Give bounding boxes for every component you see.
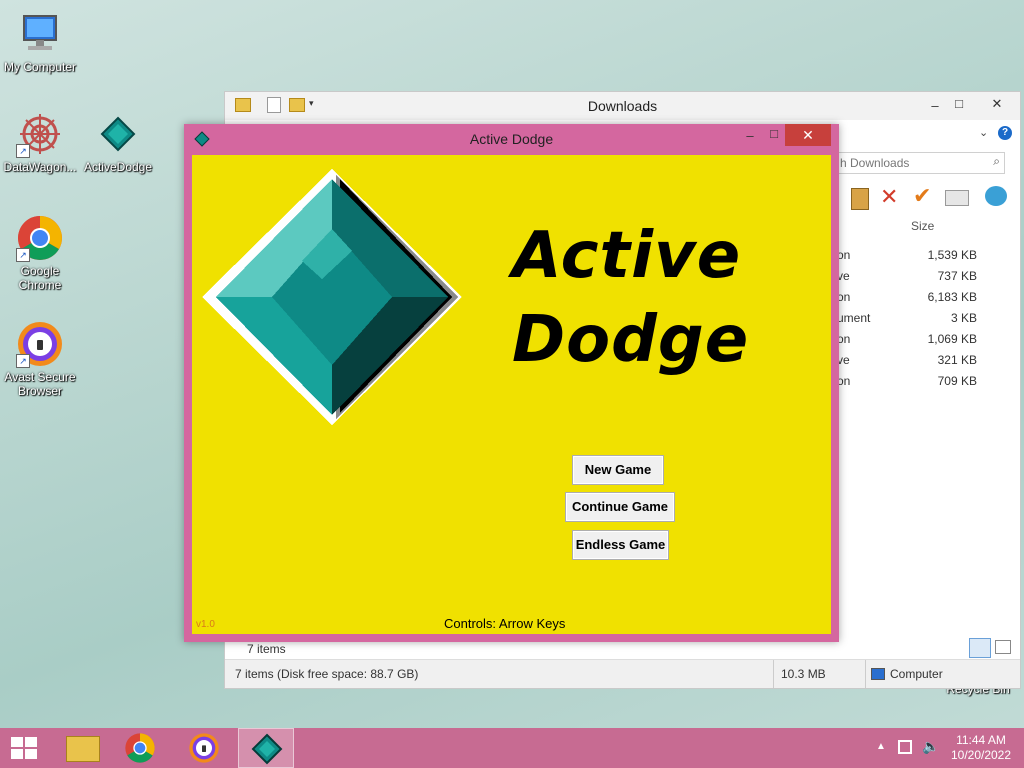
game-window: Active Dodge – □ ✕ Active Dodge New Game… bbox=[184, 124, 839, 642]
icon-label: Avast Secure Browser bbox=[4, 370, 76, 398]
gem-icon bbox=[94, 110, 142, 158]
help-icon[interactable]: ? bbox=[998, 126, 1012, 140]
file-size: 3 KB bbox=[950, 311, 977, 325]
game-title-line1: Active bbox=[512, 219, 742, 293]
icon-label: ActiveDodge bbox=[83, 160, 153, 174]
paste-icon[interactable] bbox=[851, 188, 869, 210]
search-icon[interactable]: ⌕ bbox=[993, 154, 1000, 169]
controls-hint: Controls: Arrow Keys bbox=[444, 616, 566, 631]
status-divider bbox=[773, 660, 774, 688]
game-title-line2: Dodge bbox=[512, 303, 750, 377]
game-titlebar[interactable]: Active Dodge – □ ✕ bbox=[184, 124, 839, 154]
start-button[interactable] bbox=[0, 728, 50, 768]
maximize-button[interactable]: □ bbox=[945, 94, 973, 114]
taskbar-file-explorer[interactable] bbox=[54, 728, 110, 768]
list-item[interactable]: on 1,069 KB bbox=[837, 332, 1007, 353]
file-type: on bbox=[837, 290, 851, 304]
computer-icon bbox=[16, 10, 64, 58]
column-header-size[interactable]: Size bbox=[911, 219, 934, 233]
desktop-icon-google-chrome[interactable]: ↗ Google Chrome bbox=[0, 214, 80, 292]
clock-date: 10/20/2022 bbox=[950, 748, 1012, 762]
file-type: on bbox=[837, 332, 851, 346]
file-size: 6,183 KB bbox=[927, 290, 977, 304]
explorer-statusbar: 7 items (Disk free space: 88.7 GB) 10.3 … bbox=[225, 659, 1020, 688]
status-divider bbox=[865, 660, 866, 688]
maximize-button[interactable]: □ bbox=[760, 124, 788, 144]
new-game-button[interactable]: New Game bbox=[572, 455, 664, 485]
close-button[interactable]: ✕ bbox=[785, 124, 831, 146]
explorer-title: Downloads bbox=[587, 98, 658, 114]
details-view-icon[interactable] bbox=[969, 638, 991, 658]
properties-icon[interactable] bbox=[945, 190, 969, 206]
chrome-icon: ↗ bbox=[16, 214, 64, 262]
file-type: on bbox=[837, 248, 851, 262]
list-item[interactable]: ument 3 KB bbox=[837, 311, 1007, 332]
avast-browser-icon bbox=[189, 733, 219, 763]
file-size: 709 KB bbox=[937, 374, 977, 388]
icon-label: My Computer bbox=[3, 60, 77, 74]
rename-check-icon[interactable]: ✔ bbox=[913, 183, 931, 209]
status-size: 10.3 MB bbox=[781, 667, 826, 681]
item-count: 7 items bbox=[247, 642, 286, 656]
volume-icon[interactable]: 🔈 bbox=[922, 738, 939, 755]
file-size: 321 KB bbox=[937, 353, 977, 367]
chrome-icon bbox=[125, 733, 155, 763]
clock[interactable]: 11:44 AM 10/20/2022 bbox=[948, 733, 1014, 763]
desktop-icon-avast-browser[interactable]: ↗ Avast Secure Browser bbox=[0, 320, 80, 398]
taskbar: ▲ 🔈 11:44 AM 10/20/2022 bbox=[0, 728, 1024, 768]
list-item[interactable]: on 709 KB bbox=[837, 374, 1007, 395]
status-disk-space: 7 items (Disk free space: 88.7 GB) bbox=[235, 667, 419, 681]
address-dropdown-icon[interactable]: ⌄ bbox=[979, 126, 988, 139]
network-icon[interactable] bbox=[898, 740, 912, 754]
explorer-titlebar: ▾ Downloads – □ ✕ bbox=[225, 92, 1020, 120]
windows-logo-icon bbox=[11, 737, 37, 759]
file-size: 1,069 KB bbox=[927, 332, 977, 346]
search-box[interactable]: h Downloads ⌕ bbox=[837, 152, 1005, 174]
computer-icon bbox=[871, 668, 885, 680]
shortcut-arrow-icon: ↗ bbox=[16, 248, 30, 262]
desktop-icon-my-computer[interactable]: My Computer bbox=[0, 10, 80, 74]
taskbar-activedodge[interactable] bbox=[238, 728, 294, 768]
list-item[interactable]: ve 321 KB bbox=[837, 353, 1007, 374]
version-label: v1.0 bbox=[196, 619, 215, 630]
search-input[interactable]: h Downloads bbox=[840, 156, 909, 170]
avast-browser-icon: ↗ bbox=[16, 320, 64, 368]
taskbar-avast-browser[interactable] bbox=[176, 728, 232, 768]
status-location: Computer bbox=[890, 667, 943, 681]
desktop-icon-activedodge[interactable]: ActiveDodge bbox=[78, 110, 158, 174]
delete-icon[interactable]: ✕ bbox=[880, 184, 898, 210]
file-list: on 1,539 KB ve 737 KB on 6,183 KB ument … bbox=[837, 248, 1007, 395]
clock-time: 11:44 AM bbox=[956, 733, 1006, 747]
list-item[interactable]: ve 737 KB bbox=[837, 269, 1007, 290]
list-item[interactable]: on 6,183 KB bbox=[837, 290, 1007, 311]
gem-icon bbox=[251, 733, 283, 765]
shortcut-arrow-icon: ↗ bbox=[16, 144, 30, 158]
taskbar-chrome[interactable] bbox=[112, 728, 168, 768]
endless-game-button[interactable]: Endless Game bbox=[572, 530, 669, 560]
file-type: on bbox=[837, 374, 851, 388]
gem-logo bbox=[202, 169, 462, 425]
continue-game-button[interactable]: Continue Game bbox=[565, 492, 675, 522]
icon-label: DataWagon... bbox=[3, 160, 77, 174]
file-size: 737 KB bbox=[937, 269, 977, 283]
game-canvas: Active Dodge New Game Continue Game Endl… bbox=[192, 155, 831, 634]
shortcut-arrow-icon: ↗ bbox=[16, 354, 30, 368]
datawagon-icon: ↗ bbox=[16, 110, 64, 158]
web-icon[interactable] bbox=[985, 186, 1007, 206]
desktop-icon-datawagon[interactable]: ↗ DataWagon... bbox=[0, 110, 80, 174]
icon-label: Google Chrome bbox=[18, 264, 62, 292]
folder-icon bbox=[66, 736, 100, 762]
file-type: ument bbox=[837, 311, 871, 325]
show-hidden-icons-button[interactable]: ▲ bbox=[876, 741, 886, 752]
list-item[interactable]: on 1,539 KB bbox=[837, 248, 1007, 269]
file-size: 1,539 KB bbox=[927, 248, 977, 262]
large-icons-view-icon[interactable] bbox=[995, 640, 1011, 654]
close-button[interactable]: ✕ bbox=[977, 94, 1017, 114]
